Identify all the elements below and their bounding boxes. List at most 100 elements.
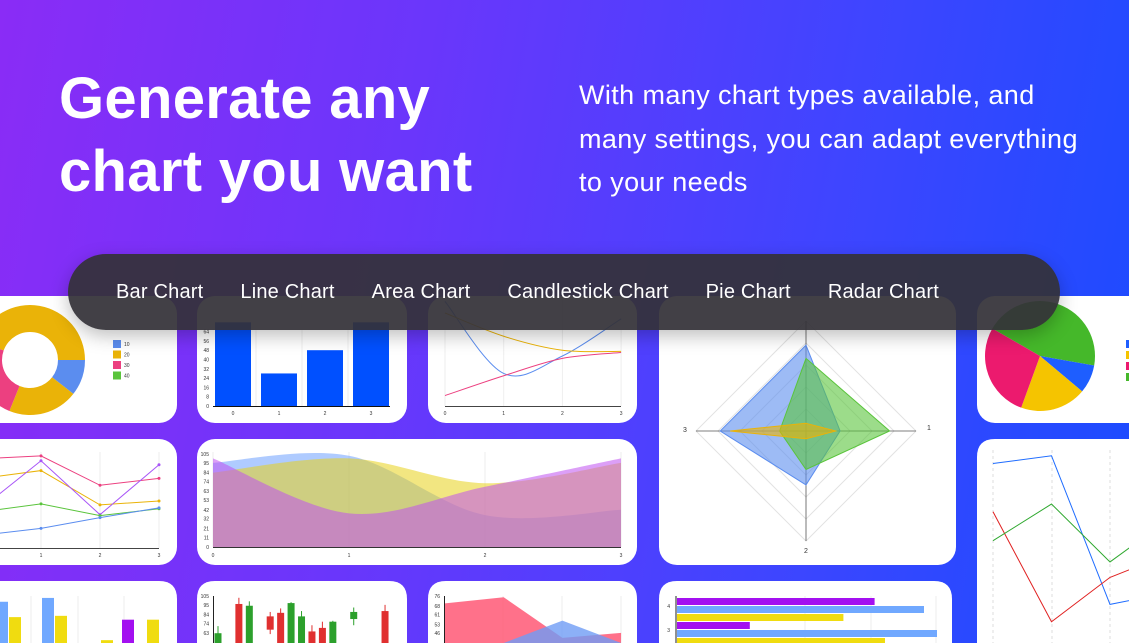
x-tick-label: 0 <box>212 553 215 559</box>
x-tick-label: 3 <box>620 553 623 559</box>
x-tick-label: 3 <box>158 553 161 559</box>
data-point <box>157 463 161 467</box>
radar-axis-label: 3 <box>683 427 687 434</box>
candle-body <box>381 611 389 643</box>
bar <box>677 630 937 637</box>
nav-area-chart[interactable]: Area Chart <box>372 281 471 304</box>
y-tick-label: 0 <box>206 545 209 551</box>
line-chart-card-right <box>977 439 1129 643</box>
candle-body <box>298 616 306 643</box>
data-point <box>39 526 43 530</box>
y-tick-label: 105 <box>201 452 210 458</box>
bar <box>261 373 297 406</box>
x-tick-label: 3 <box>620 411 623 417</box>
x-tick-label: 0 <box>444 411 447 417</box>
y-tick-label: 61 <box>434 612 440 618</box>
y-tick-label: 53 <box>434 622 440 628</box>
nav-radar-chart[interactable]: Radar Chart <box>828 281 939 304</box>
chart-type-nav: Bar Chart Line Chart Area Chart Candlest… <box>68 254 1060 330</box>
y-tick-label: 4 <box>667 604 670 610</box>
bar <box>677 614 844 621</box>
data-point <box>157 499 161 503</box>
nav-bar-chart[interactable]: Bar Chart <box>116 281 203 304</box>
y-tick-label: 24 <box>203 376 209 382</box>
bar <box>215 322 251 406</box>
y-tick-label: 0 <box>206 404 209 410</box>
candle-body <box>350 611 358 620</box>
y-tick-label: 84 <box>203 471 209 477</box>
hero-title-line-2: chart you want <box>59 139 473 204</box>
y-tick-label: 63 <box>203 631 209 637</box>
hero-subtitle: With many chart types available, and man… <box>579 80 1078 197</box>
multi-line-chart-card: 1 2 3 <box>0 439 177 565</box>
x-tick-label: 2 <box>324 411 327 417</box>
nav-candlestick-chart[interactable]: Candlestick Chart <box>507 281 668 304</box>
candle-body <box>277 612 285 643</box>
y-tick-label: 46 <box>434 631 440 637</box>
x-tick-label: 1 <box>278 411 281 417</box>
candle-body <box>329 621 337 643</box>
nav-pie-chart[interactable]: Pie Chart <box>706 281 791 304</box>
y-tick-label: 16 <box>203 385 209 391</box>
candle-body <box>245 605 253 643</box>
bar <box>147 619 159 643</box>
y-tick-label: 63 <box>203 489 209 495</box>
x-tick-label: 1 <box>502 411 505 417</box>
bar <box>55 615 67 643</box>
candle-body <box>318 627 326 643</box>
legend-label: 40 <box>124 374 130 380</box>
y-tick-label: 64 <box>203 330 209 336</box>
y-tick-label: 95 <box>203 603 209 609</box>
legend-label: 20 <box>124 353 130 359</box>
data-point <box>98 483 102 487</box>
legend-swatch <box>113 361 121 369</box>
y-tick-label: 11 <box>204 535 209 541</box>
y-tick-label: 48 <box>203 348 209 354</box>
x-tick-label: 1 <box>40 553 43 559</box>
hero-title-line-1: Generate any <box>59 66 431 131</box>
y-tick-label: 32 <box>203 517 209 523</box>
data-point <box>157 476 161 480</box>
bar <box>42 597 54 643</box>
candle-body <box>287 603 295 643</box>
x-tick-label: 2 <box>99 553 102 559</box>
data-point <box>98 503 102 507</box>
y-tick-label: 84 <box>203 613 209 619</box>
bar <box>9 617 21 643</box>
radar-axis-label: 2 <box>804 548 808 555</box>
legend-swatch <box>113 340 121 348</box>
bar <box>122 619 134 643</box>
y-tick-label: 105 <box>201 594 210 600</box>
y-tick-label: 76 <box>434 594 440 600</box>
legend-swatch <box>113 350 121 359</box>
data-point <box>39 459 43 463</box>
bar <box>677 606 924 613</box>
bar <box>677 598 875 605</box>
area-chart-card-small: 76 68 61 53 46 <box>428 581 637 643</box>
candlestick-chart-card: 105 95 84 74 63 <box>197 581 407 643</box>
y-tick-label: 3 <box>667 628 670 634</box>
y-tick-label: 40 <box>203 358 209 364</box>
x-tick-label: 1 <box>348 553 351 559</box>
bar <box>353 322 389 406</box>
y-tick-label: 8 <box>206 395 209 401</box>
horizontal-bar-chart-card: 43 <box>659 581 952 643</box>
y-tick-label: 56 <box>203 339 209 345</box>
candle-body <box>235 603 243 643</box>
y-tick-label: 32 <box>203 367 209 373</box>
nav-line-chart[interactable]: Line Chart <box>240 281 334 304</box>
grouped-bar-chart-card <box>0 581 177 643</box>
radar-axis-label: 1 <box>927 425 931 432</box>
candle-body <box>308 631 316 643</box>
legend-swatch <box>113 371 121 380</box>
y-tick-label: 53 <box>203 498 209 504</box>
bar <box>307 350 343 406</box>
y-tick-label: 74 <box>203 621 209 627</box>
candle-body <box>266 616 274 630</box>
y-tick-label: 95 <box>203 461 209 467</box>
y-tick-label: 21 <box>203 526 209 532</box>
data-point <box>39 502 43 506</box>
bar <box>0 601 8 643</box>
area-chart-card: 0 1 2 3 0 11 21 32 42 53 63 74 84 95 105 <box>197 439 637 565</box>
hero-title: Generate any chart you want <box>59 62 473 208</box>
